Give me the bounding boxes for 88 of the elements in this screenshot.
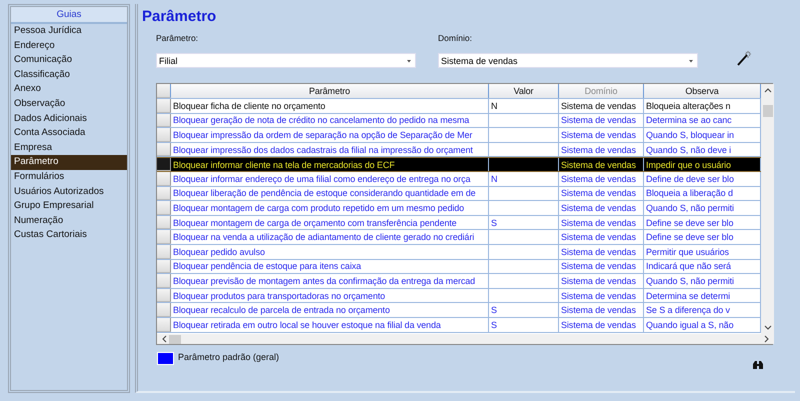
sidebar-item[interactable]: Comunicação (11, 53, 127, 68)
table-row[interactable]: Bloquear montagem de carga com produto repetido em um mesmo pedido Sistema de vendas Quando S, não permiti (157, 201, 761, 216)
column-header[interactable]: Parâmetro (171, 84, 489, 98)
sidebar-item[interactable]: Grupo Empresarial (11, 199, 127, 214)
table-cell: Bloquear liberação de pendência de estoque considerando quantidade em de (171, 186, 489, 200)
table-cell: Bloquear impressão dos dados cadastrais da filial na impressão do orçament (171, 142, 489, 156)
legend-label: Parâmetro padrão (geral) (178, 352, 280, 362)
magic-wand-icon[interactable] (736, 50, 752, 66)
table-row[interactable]: Bloquear informar endereço de uma filial como endereço de entrega no orça N Sistema de vendas Define de deve ser blo (157, 172, 761, 187)
scroll-down-icon[interactable] (764, 325, 772, 331)
sidebar-item[interactable]: Numeração (11, 214, 127, 228)
table-cell: S (489, 318, 559, 332)
table-cell: Bloquear na venda a utilização de adiantamento de cliente gerado no crediári (171, 230, 489, 244)
table-cell: Bloquear impressão da ordem de separação na opção de Separação de Mer (171, 128, 489, 142)
table-cell: Sistema de vendas (559, 201, 644, 215)
scroll-right-icon[interactable] (764, 335, 770, 343)
header-corner (157, 84, 171, 98)
table-row[interactable]: Bloquear previsão de montagem antes da confirmação da entrega da mercad Sistema de vendas Quando S, não permiti (157, 274, 761, 289)
table-cell: Bloquear ficha de cliente no orçamento (171, 99, 489, 113)
table-row[interactable]: Bloquear produtos para transportadoras no orçamento Sistema de vendas Determina se determi (157, 288, 761, 304)
table-row[interactable]: Bloquear informar cliente na tela de mercadorias do ECF Sistema de vendas Impedir que o usuário (157, 157, 761, 172)
field-label: Domínio: (438, 33, 474, 43)
table-row[interactable]: Bloquear na venda a utilização de adiantamento de cliente gerado no crediári Sistema de vendas Define se deve ser blo (157, 230, 761, 245)
sidebar-item[interactable]: Classificação (11, 68, 127, 82)
table-cell: Sistema de vendas (559, 186, 644, 200)
sidebar-item[interactable]: Dados Adicionais (11, 112, 127, 126)
sidebar-item[interactable]: Parâmetro (11, 155, 127, 170)
page-title: Parâmetro (142, 8, 218, 25)
table-cell: Sistema de vendas (559, 128, 644, 142)
table-cell: S (489, 303, 559, 317)
table-cell: Sistema de vendas (559, 288, 644, 302)
sidebar-item[interactable]: Usuários Autorizados (11, 184, 127, 200)
sidebar-item[interactable]: Conta Associada (11, 126, 127, 141)
sidebar-item[interactable]: Custas Cartoriais (11, 228, 127, 243)
table-row[interactable]: Bloquear pedido avulso Sistema de vendas Permitir que usuários (157, 244, 761, 260)
table-cell: Sistema de vendas (559, 172, 644, 186)
table-cell: Sistema de vendas (559, 142, 644, 156)
dropdown-field[interactable]: Filial (156, 53, 416, 68)
sidebar-item[interactable]: Pessoa Jurídica (11, 24, 127, 39)
binoculars-icon[interactable] (752, 360, 764, 370)
table-cell: Sistema de vendas (559, 216, 644, 230)
row-selector[interactable] (157, 158, 171, 171)
scroll-left-icon[interactable] (161, 335, 167, 343)
table-cell: N (489, 172, 559, 186)
sidebar-title: Guias (11, 7, 127, 24)
table-cell: Bloquear informar endereço de uma filial como endereço de entrega no orça (171, 172, 489, 186)
table-cell: Bloquear pedido avulso (171, 244, 489, 259)
table-cell: N (489, 99, 559, 113)
table-cell: Bloquear retirada em outro local se houver estoque na filial da venda (171, 318, 489, 332)
column-header[interactable]: Valor (489, 84, 559, 98)
table-cell: S (489, 216, 559, 230)
table-cell: Bloquear informar cliente na tela de mercadorias do ECF (171, 158, 489, 171)
table-cell: Sistema de vendas (559, 303, 644, 317)
table-row[interactable]: Bloquear ficha de cliente no orçamento N Sistema de vendas Bloqueia alterações n (157, 99, 761, 114)
sidebar-item[interactable]: Observação (11, 96, 127, 112)
table-cell: Sistema de vendas (559, 99, 644, 113)
table-row[interactable]: Bloquear montagem de carga de orçamento com transferência pendente S Sistema de vendas Define se deve ser blo (157, 216, 761, 230)
table-cell: Bloquear montagem de carga com produto repetido em um mesmo pedido (171, 201, 489, 215)
table-cell: Bloquear geração de nota de crédito no cancelamento do pedido na mesma (171, 114, 489, 128)
table-cell: Bloquear recalculo de parcela de entrada no orçamento (171, 303, 489, 317)
scroll-thumb[interactable] (169, 334, 181, 344)
table-cell: Sistema de vendas (559, 230, 644, 244)
table-cell: Bloquear montagem de carga de orçamento com transferência pendente (171, 216, 489, 230)
field-label: Parâmetro: (156, 33, 200, 43)
dropdown-field[interactable]: Sistema de vendas (438, 53, 698, 68)
table-row[interactable]: Bloquear pendência de estoque para itens caixa Sistema de vendas Indicará que não será (157, 260, 761, 274)
table-row[interactable]: Bloquear geração de nota de crédito no cancelamento do pedido na mesma Sistema de vendas Determina se ao canc (157, 114, 761, 128)
table-cell: Sistema de vendas (559, 318, 644, 332)
table-cell: Bloquear pendência de estoque para itens caixa (171, 260, 489, 274)
table-cell: Bloquear previsão de montagem antes da confirmação da entrega da mercad (171, 274, 489, 288)
scroll-up-icon[interactable] (764, 87, 772, 93)
table-cell: Sistema de vendas (559, 260, 644, 274)
table-cell: Sistema de vendas (559, 114, 644, 128)
table-cell: Sistema de vendas (559, 158, 644, 171)
vertical-scrollbar[interactable] (761, 84, 774, 334)
table-cell: Sistema de vendas (559, 274, 644, 288)
table-row[interactable]: Bloquear impressão da ordem de separação na opção de Separação de Mer Sistema de vendas Quando S, bloquear in (157, 128, 761, 143)
table-cell: Bloquear produtos para transportadoras no orçamento (171, 288, 489, 302)
row-selector[interactable] (157, 172, 171, 186)
sidebar-item[interactable]: Formulários (11, 170, 127, 185)
sidebar-item[interactable]: Empresa (11, 140, 127, 156)
table-row[interactable]: Bloquear retirada em outro local se houver estoque na filial da venda S Sistema de vendas Quando igual a S, não (157, 318, 761, 332)
table-row[interactable]: Bloquear liberação de pendência de estoque considerando quantidade em de Sistema de vendas Bloqueia a liberação d (157, 186, 761, 202)
sidebar-item[interactable]: Anexo (11, 82, 127, 97)
table-row[interactable]: Bloquear recalculo de parcela de entrada no orçamento S Sistema de vendas Se S a diferença do v (157, 303, 761, 318)
sidebar-item[interactable]: Endereço (11, 38, 127, 54)
scroll-thumb[interactable] (762, 105, 772, 117)
table-cell: Sistema de vendas (559, 244, 644, 259)
